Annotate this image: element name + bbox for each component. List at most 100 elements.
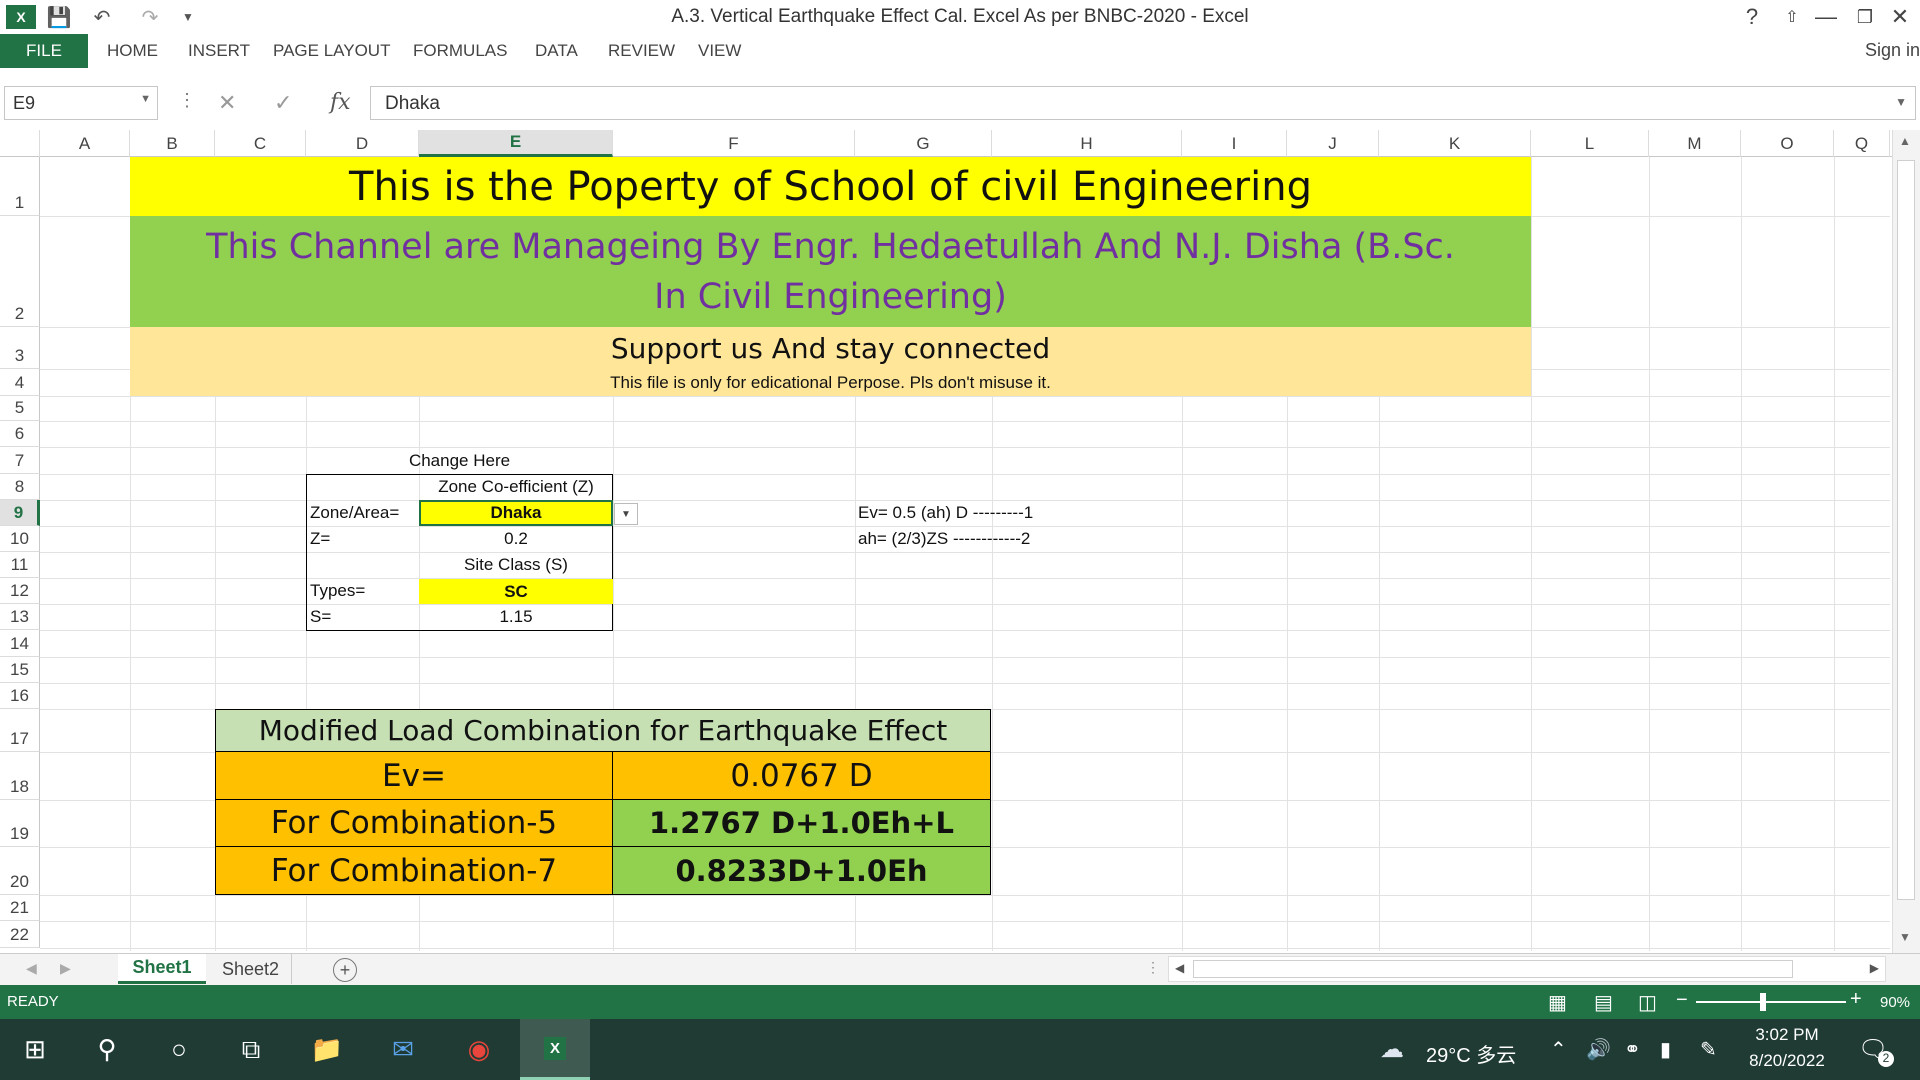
col-header-d[interactable]: D (306, 130, 419, 157)
next-sheet-icon[interactable]: ▶ (60, 960, 71, 977)
customize-qat-icon[interactable]: ▼ (176, 4, 200, 30)
ev-label[interactable]: Ev= (216, 752, 613, 800)
file-tab[interactable]: FILE (0, 34, 88, 68)
s-value[interactable]: 1.15 (419, 604, 613, 630)
mail-icon[interactable]: ✉ (368, 1019, 438, 1080)
formula-ev-text[interactable]: Ev= 0.5 (ah) D ---------1 (858, 500, 1033, 526)
scroll-up-icon[interactable]: ▲ (1899, 134, 1911, 148)
col-header-g[interactable]: G (855, 130, 992, 157)
combo5-value[interactable]: 1.2767 D+1.0Eh+L (613, 800, 990, 847)
redo-icon[interactable]: ↷ (130, 4, 170, 30)
zoom-level[interactable]: 90% (1880, 994, 1910, 1011)
row-header-11[interactable]: 11 (0, 552, 40, 578)
col-header-a[interactable]: A (40, 130, 130, 157)
row-header-3[interactable]: 3 (0, 327, 40, 369)
ev-value[interactable]: 0.0767 D (613, 752, 990, 800)
undo-icon[interactable]: ↶ (82, 4, 122, 30)
sign-in-link[interactable]: Sign in (1865, 40, 1920, 61)
zone-select[interactable]: Dhaka (419, 500, 613, 526)
banner-disclaimer[interactable]: This file is only for edicational Perpos… (130, 369, 1531, 396)
show-hidden-icons-icon[interactable]: ⌃ (1550, 1037, 1567, 1062)
prev-sheet-icon[interactable]: ◀ (26, 960, 37, 977)
close-icon[interactable]: ✕ (1880, 2, 1920, 32)
save-icon[interactable]: 💾 (44, 4, 74, 30)
pen-icon[interactable]: ✎ (1700, 1037, 1717, 1062)
row-header-2[interactable]: 2 (0, 216, 40, 327)
page-layout-view-icon[interactable]: ▤ (1594, 990, 1613, 1015)
row-header-8[interactable]: 8 (0, 474, 40, 500)
row-header-21[interactable]: 21 (0, 895, 40, 921)
search-icon[interactable]: ⚲ (72, 1019, 142, 1080)
tab-formulas[interactable]: FORMULAS (413, 41, 507, 61)
scroll-left-icon[interactable]: ◀ (1175, 961, 1184, 975)
weather-icon[interactable]: ☁ (1380, 1035, 1404, 1064)
col-header-j[interactable]: J (1287, 130, 1379, 157)
cortana-icon[interactable]: ○ (144, 1019, 214, 1080)
clock-date[interactable]: 8/20/2022 (1742, 1051, 1832, 1071)
sheet-tab-sheet2[interactable]: Sheet2 (210, 954, 292, 984)
vertical-scroll-thumb[interactable] (1897, 160, 1915, 900)
row-header-19[interactable]: 19 (0, 800, 40, 847)
row-header-18[interactable]: 18 (0, 752, 40, 800)
row-header-15[interactable]: 15 (0, 657, 40, 683)
banner-property[interactable]: This is the Poperty of School of civil E… (130, 157, 1531, 216)
col-header-q[interactable]: Q (1834, 130, 1890, 157)
row-header-9[interactable]: 9 (0, 500, 40, 526)
chrome-icon[interactable]: ◉ (444, 1019, 514, 1080)
row-header-5[interactable]: 5 (0, 396, 40, 421)
row-header-10[interactable]: 10 (0, 526, 40, 552)
zoom-slider-thumb[interactable] (1760, 993, 1766, 1011)
network-icon[interactable]: ⚭ (1624, 1037, 1641, 1062)
file-explorer-icon[interactable]: 📁 (292, 1019, 362, 1080)
col-header-b[interactable]: B (130, 130, 215, 157)
col-header-h[interactable]: H (992, 130, 1182, 157)
col-header-k[interactable]: K (1379, 130, 1531, 157)
z-value[interactable]: 0.2 (419, 526, 613, 552)
more-options-icon[interactable]: ⋮ (178, 90, 196, 111)
horizontal-scrollbar[interactable]: ◀ ▶ (1168, 956, 1886, 982)
tab-review[interactable]: REVIEW (608, 41, 675, 61)
splitter-icon[interactable]: ⋮ (1146, 959, 1160, 976)
page-break-view-icon[interactable]: ◫ (1638, 990, 1657, 1015)
weather-text[interactable]: 29°C 多云 (1426, 1039, 1516, 1068)
help-button[interactable]: ? (1732, 2, 1772, 32)
row-header-14[interactable]: 14 (0, 630, 40, 657)
scroll-down-icon[interactable]: ▼ (1899, 930, 1911, 944)
chevron-down-icon[interactable]: ▼ (140, 93, 151, 105)
formula-input[interactable]: Dhaka ▼ (370, 86, 1916, 120)
excel-taskbar-icon[interactable]: X (520, 1019, 590, 1080)
restore-icon[interactable]: ❐ (1845, 2, 1885, 32)
minimize-icon[interactable]: — (1806, 2, 1846, 32)
types-select[interactable]: SC (419, 579, 613, 604)
col-header-o[interactable]: O (1741, 130, 1834, 157)
sheet-tab-sheet1[interactable]: Sheet1 (118, 954, 206, 984)
row-header-12[interactable]: 12 (0, 578, 40, 604)
row-header-20[interactable]: 20 (0, 847, 40, 895)
formula-ah-text[interactable]: ah= (2/3)ZS ------------2 (858, 526, 1030, 552)
battery-icon[interactable]: ▮ (1660, 1037, 1671, 1062)
col-header-c[interactable]: C (215, 130, 306, 157)
tab-page-layout[interactable]: PAGE LAYOUT (273, 41, 390, 61)
tab-view[interactable]: VIEW (698, 41, 741, 61)
volume-icon[interactable]: 🔊 (1586, 1037, 1611, 1062)
combo5-label[interactable]: For Combination-5 (216, 800, 613, 847)
confirm-entry-icon[interactable]: ✓ (274, 90, 292, 116)
cancel-entry-icon[interactable]: ✕ (218, 90, 236, 116)
clock-time[interactable]: 3:02 PM (1752, 1025, 1822, 1045)
windows-start-icon[interactable]: ⊞ (0, 1019, 70, 1080)
horizontal-scroll-thumb[interactable] (1193, 960, 1793, 978)
expand-formula-icon[interactable]: ▼ (1895, 95, 1907, 109)
row-header-17[interactable]: 17 (0, 709, 40, 752)
tab-insert[interactable]: INSERT (188, 41, 250, 61)
banner-channel[interactable]: This Channel are Manageing By Engr. Heda… (130, 216, 1531, 327)
row-header-16[interactable]: 16 (0, 683, 40, 709)
zoom-in-icon[interactable]: + (1850, 988, 1862, 1011)
col-header-i[interactable]: I (1182, 130, 1287, 157)
name-box[interactable]: E9 ▼ (4, 86, 158, 120)
row-header-4[interactable]: 4 (0, 369, 40, 396)
dropdown-arrow-icon[interactable]: ▼ (614, 503, 638, 525)
combo7-label[interactable]: For Combination-7 (216, 847, 613, 894)
tab-home[interactable]: HOME (107, 41, 158, 61)
col-header-f[interactable]: F (613, 130, 855, 157)
row-header-7[interactable]: 7 (0, 447, 40, 474)
